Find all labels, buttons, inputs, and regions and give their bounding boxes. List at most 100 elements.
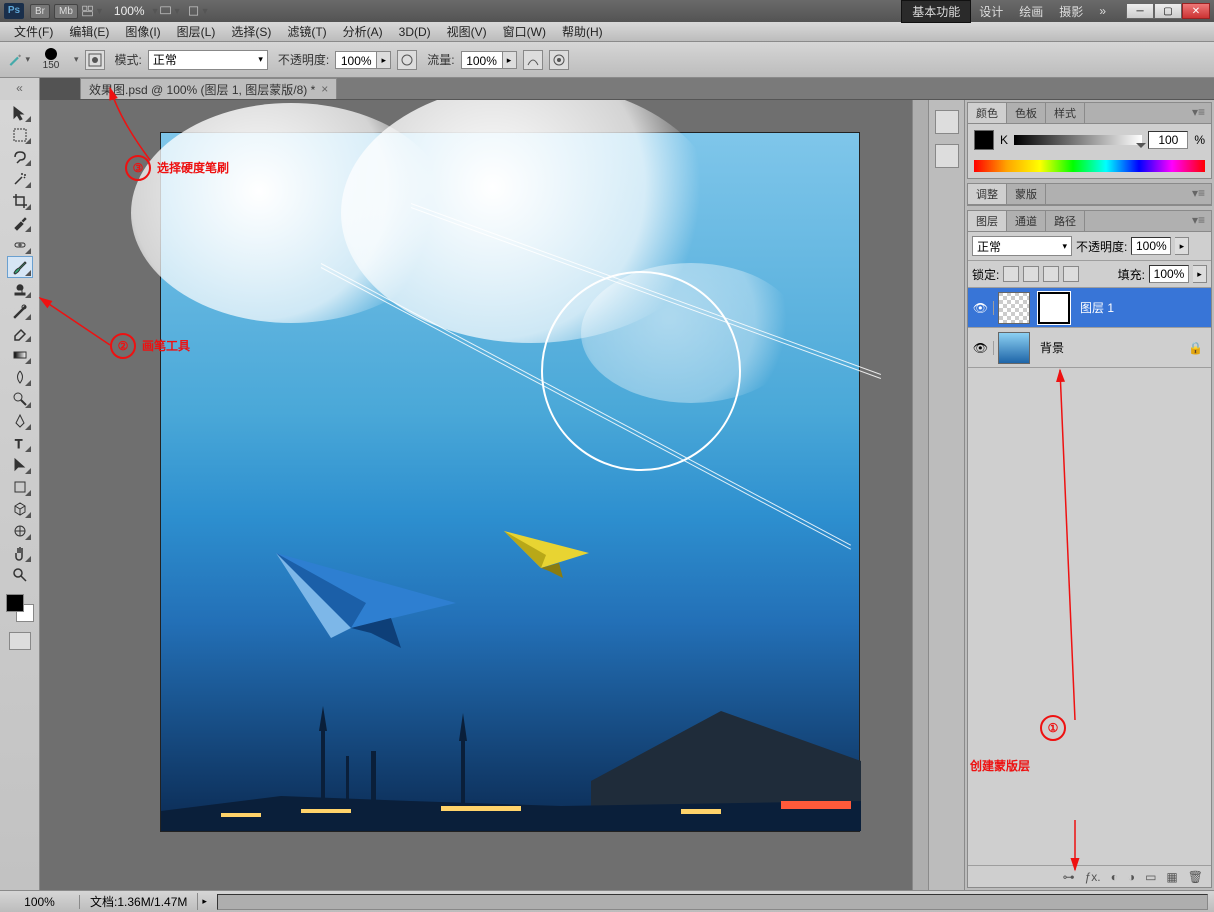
- visibility-icon[interactable]: 👁: [968, 301, 994, 315]
- dodge-tool[interactable]: [7, 388, 33, 410]
- lock-move-icon[interactable]: [1043, 266, 1059, 282]
- fill-flyout[interactable]: ▸: [1193, 265, 1207, 283]
- pressure-size-icon[interactable]: [549, 50, 569, 70]
- arrange-docs-icon[interactable]: ▼: [82, 2, 104, 20]
- opacity-input[interactable]: 100%: [335, 51, 377, 69]
- group-icon[interactable]: ▭: [1145, 870, 1156, 884]
- gradient-tool[interactable]: [7, 344, 33, 366]
- minimize-button[interactable]: ─: [1126, 3, 1154, 19]
- flow-flyout[interactable]: ▸: [503, 51, 517, 69]
- minibridge-button[interactable]: Mb: [54, 4, 78, 19]
- horizontal-scrollbar[interactable]: [217, 894, 1208, 910]
- menu-select[interactable]: 选择(S): [223, 23, 279, 40]
- brush-tool[interactable]: [7, 256, 33, 278]
- close-tab-icon[interactable]: ×: [321, 82, 328, 96]
- fx-icon[interactable]: ƒx.: [1085, 870, 1101, 884]
- type-tool[interactable]: T: [7, 432, 33, 454]
- brush-preview[interactable]: 150: [36, 48, 66, 71]
- menu-edit[interactable]: 编辑(E): [61, 23, 117, 40]
- lock-paint-icon[interactable]: [1023, 266, 1039, 282]
- eyedropper-tool[interactable]: [7, 212, 33, 234]
- menu-view[interactable]: 视图(V): [439, 23, 495, 40]
- workspace-paint[interactable]: 绘画: [1011, 1, 1051, 22]
- mini-actions-icon[interactable]: [935, 144, 959, 168]
- tool-preset-icon[interactable]: ▾: [8, 49, 30, 71]
- opacity-flyout[interactable]: ▸: [377, 51, 391, 69]
- layer-opacity-input[interactable]: 100%: [1131, 237, 1171, 255]
- menu-layer[interactable]: 图层(L): [169, 23, 224, 40]
- chevron-down-icon[interactable]: ▼: [151, 6, 160, 16]
- 3d-tool[interactable]: [7, 498, 33, 520]
- screen-mode-icon[interactable]: ▼: [160, 2, 182, 20]
- panel-menu-icon[interactable]: ▾≡: [1186, 103, 1211, 123]
- tab-channels[interactable]: 通道: [1007, 211, 1046, 231]
- airbrush-icon[interactable]: [523, 50, 543, 70]
- layer-thumb[interactable]: [998, 332, 1030, 364]
- tab-color[interactable]: 颜色: [968, 103, 1007, 123]
- menu-image[interactable]: 图像(I): [117, 23, 168, 40]
- layer-name[interactable]: 图层 1: [1080, 299, 1114, 316]
- zoom-tool[interactable]: [7, 564, 33, 586]
- panel-menu-icon[interactable]: ▾≡: [1186, 184, 1211, 204]
- mini-history-icon[interactable]: [935, 110, 959, 134]
- workspace-basic[interactable]: 基本功能: [901, 0, 971, 23]
- blend-mode-select[interactable]: 正常▾: [148, 50, 268, 70]
- pressure-opacity-icon[interactable]: [397, 50, 417, 70]
- hand-tool[interactable]: [7, 542, 33, 564]
- flow-input[interactable]: 100%: [461, 51, 503, 69]
- link-layers-icon[interactable]: ⊶: [1063, 870, 1075, 884]
- fg-color-swatch[interactable]: [6, 594, 24, 612]
- eraser-tool[interactable]: [7, 322, 33, 344]
- k-slider[interactable]: [1014, 135, 1142, 145]
- panel-menu-icon[interactable]: ▾≡: [1186, 211, 1211, 231]
- layer-opacity-flyout[interactable]: ▸: [1175, 237, 1189, 255]
- bridge-button[interactable]: Br: [30, 4, 50, 19]
- canvas-area[interactable]: [40, 100, 928, 890]
- color-swatches[interactable]: [6, 594, 34, 622]
- lasso-tool[interactable]: [7, 146, 33, 168]
- document-tab[interactable]: 效果图.psd @ 100% (图层 1, 图层蒙版/8) * ×: [80, 78, 337, 99]
- close-button[interactable]: ✕: [1182, 3, 1210, 19]
- tab-paths[interactable]: 路径: [1046, 211, 1085, 231]
- current-color-swatch[interactable]: [974, 130, 994, 150]
- fill-input[interactable]: 100%: [1149, 265, 1189, 283]
- extras-icon[interactable]: ▼: [188, 2, 210, 20]
- menu-file[interactable]: 文件(F): [6, 23, 61, 40]
- vertical-scrollbar[interactable]: [912, 100, 928, 890]
- menu-analysis[interactable]: 分析(A): [335, 23, 391, 40]
- menu-help[interactable]: 帮助(H): [554, 23, 611, 40]
- status-docinfo[interactable]: 文档:1.36M/1.47M: [80, 893, 198, 910]
- tab-styles[interactable]: 样式: [1046, 103, 1085, 123]
- maximize-button[interactable]: ▢: [1154, 3, 1182, 19]
- new-layer-icon[interactable]: ▦: [1166, 870, 1177, 884]
- document-canvas[interactable]: [160, 132, 860, 832]
- blur-tool[interactable]: [7, 366, 33, 388]
- layer-blend-select[interactable]: 正常▾: [972, 236, 1072, 256]
- layer-name[interactable]: 背景: [1040, 339, 1064, 356]
- status-zoom[interactable]: 100%: [0, 895, 80, 909]
- add-mask-icon[interactable]: ◐: [1111, 870, 1118, 884]
- path-select-tool[interactable]: [7, 454, 33, 476]
- quickmask-toggle[interactable]: [9, 632, 31, 650]
- layer-mask-thumb[interactable]: [1038, 292, 1070, 324]
- visibility-icon[interactable]: 👁: [968, 341, 994, 355]
- workspace-design[interactable]: 设计: [971, 1, 1011, 22]
- layer-thumb[interactable]: [998, 292, 1030, 324]
- menu-filter[interactable]: 滤镜(T): [279, 23, 334, 40]
- tools-collapse-icon[interactable]: «: [0, 78, 40, 100]
- k-input[interactable]: 100: [1148, 131, 1188, 149]
- tab-layers[interactable]: 图层: [968, 211, 1007, 231]
- tab-masks[interactable]: 蒙版: [1007, 184, 1046, 204]
- delete-layer-icon[interactable]: 🗑: [1188, 870, 1203, 884]
- chevron-down-icon[interactable]: ▾: [74, 54, 79, 65]
- history-brush-tool[interactable]: [7, 300, 33, 322]
- tab-swatches[interactable]: 色板: [1007, 103, 1046, 123]
- lock-all-icon[interactable]: [1063, 266, 1079, 282]
- stamp-tool[interactable]: [7, 278, 33, 300]
- layer-row-layer1[interactable]: 👁 图层 1: [968, 288, 1211, 328]
- 3d-camera-tool[interactable]: [7, 520, 33, 542]
- crop-tool[interactable]: [7, 190, 33, 212]
- wand-tool[interactable]: [7, 168, 33, 190]
- workspace-photo[interactable]: 摄影: [1051, 1, 1091, 22]
- brush-panel-toggle-icon[interactable]: [85, 50, 105, 70]
